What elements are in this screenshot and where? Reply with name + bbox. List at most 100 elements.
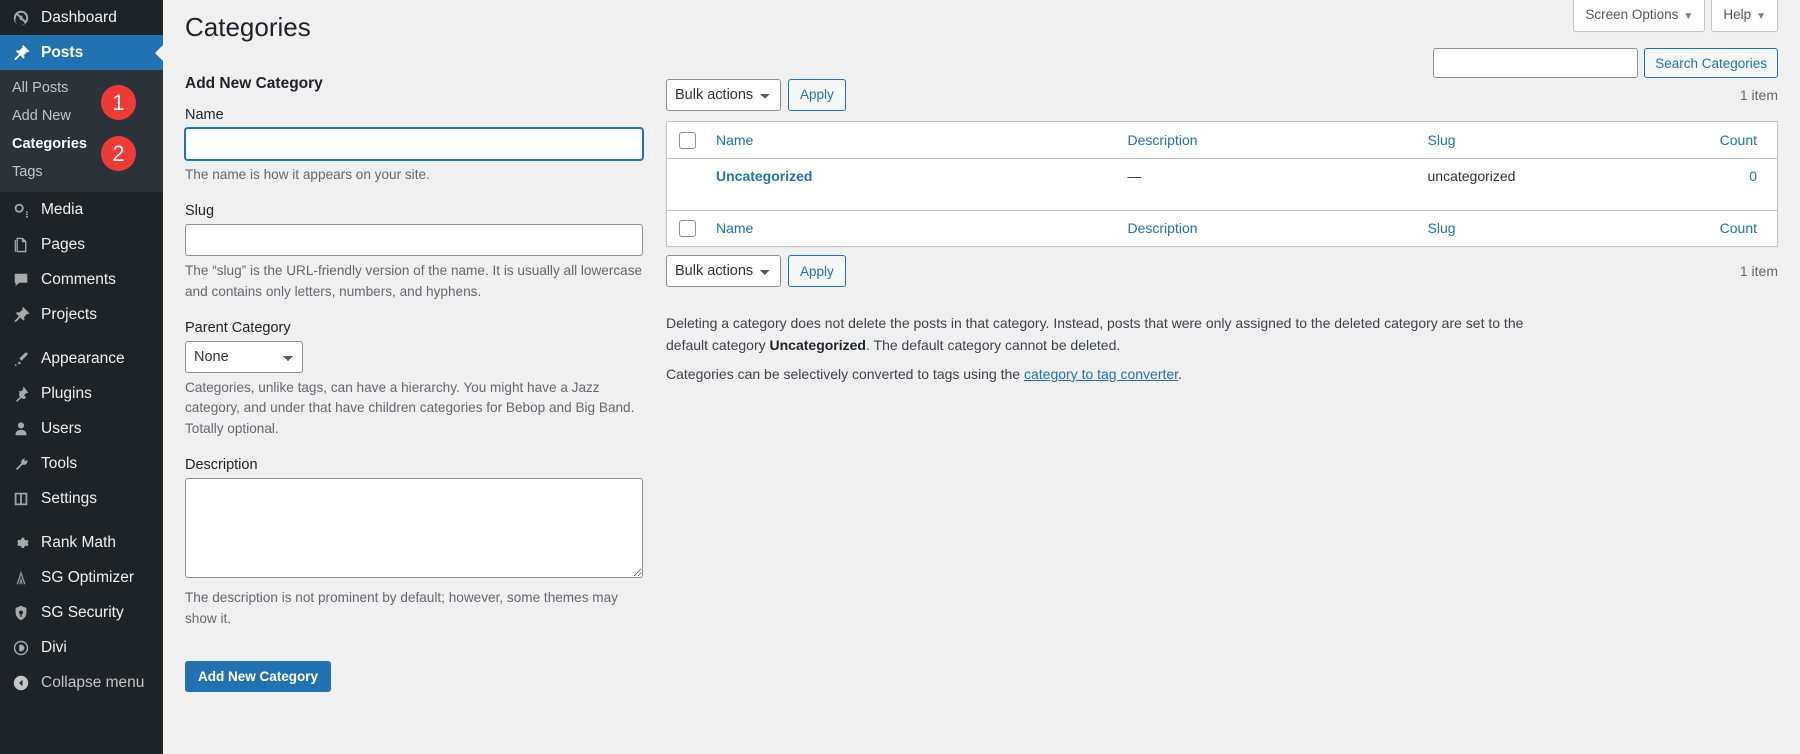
- converter-part2: .: [1178, 366, 1182, 382]
- slug-description: The “slug” is the URL-friendly version o…: [185, 261, 645, 302]
- sidebar-item-add-new[interactable]: Add New: [0, 102, 163, 130]
- sidebar-item-label: Pages: [41, 236, 85, 254]
- slug-field-group: Slug The “slug” is the URL-friendly vers…: [185, 203, 646, 302]
- sidebar-item-users[interactable]: Users: [0, 411, 163, 446]
- row-slug-cell: uncategorized: [1418, 158, 1668, 210]
- sidebar-item-projects[interactable]: Projects: [0, 297, 163, 332]
- search-form: Search Categories: [1433, 48, 1778, 78]
- sidebar-item-pages[interactable]: Pages: [0, 227, 163, 262]
- screen-options-button[interactable]: Screen Options▼: [1573, 0, 1705, 32]
- parent-field-group: Parent Category None Categories, unlike …: [185, 320, 646, 439]
- category-count-link[interactable]: 0: [1749, 168, 1757, 184]
- sidebar-item-plugins[interactable]: Plugins: [0, 376, 163, 411]
- plug-icon: [10, 385, 32, 403]
- main-content: Screen Options▼ Help ▼ Categories Search …: [163, 0, 1800, 754]
- column-footer-slug[interactable]: Slug: [1418, 210, 1668, 247]
- pages-icon: [10, 236, 32, 254]
- apply-button-top[interactable]: Apply: [788, 79, 846, 111]
- sidebar-item-label: Posts: [41, 44, 83, 62]
- parent-description: Categories, unlike tags, can have a hier…: [185, 378, 645, 439]
- sidebar-item-media[interactable]: Media: [0, 192, 163, 227]
- description-description: The description is not prominent by defa…: [185, 588, 645, 629]
- category-name-input[interactable]: [185, 128, 643, 160]
- settings-icon: [10, 490, 32, 508]
- item-count-top: 1 item: [1740, 87, 1778, 103]
- help-button[interactable]: Help ▼: [1711, 0, 1778, 32]
- sidebar-item-label: Rank Math: [41, 534, 116, 552]
- description-field-group: Description The description is not promi…: [185, 457, 646, 629]
- shield-gear-icon: [10, 604, 32, 622]
- sidebar-item-tags[interactable]: Tags: [0, 158, 163, 186]
- add-new-category-button[interactable]: Add New Category: [185, 661, 331, 692]
- sidebar-item-divi[interactable]: Divi: [0, 630, 163, 665]
- default-category-name: Uncategorized: [770, 337, 866, 353]
- sidebar-item-posts[interactable]: Posts 1: [0, 35, 163, 70]
- collapse-arrow-icon: [10, 674, 32, 692]
- sidebar-item-tools[interactable]: Tools: [0, 446, 163, 481]
- table-head: Name Description Slug Count: [667, 121, 1778, 158]
- sidebar-item-appearance[interactable]: Appearance: [0, 341, 163, 376]
- category-name-link[interactable]: Uncategorized: [716, 168, 812, 184]
- sidebar-item-label: Settings: [41, 490, 97, 508]
- sidebar-item-settings[interactable]: Settings: [0, 481, 163, 516]
- gear-icon: [10, 534, 32, 552]
- sidebar-item-label: Media: [41, 201, 83, 219]
- sidebar-item-rank-math[interactable]: Rank Math: [0, 525, 163, 560]
- sidebar-item-label: Tools: [41, 455, 77, 473]
- tablenav-top: Bulk actions Apply 1 item: [666, 75, 1778, 115]
- user-icon: [10, 420, 32, 438]
- column-header-name[interactable]: Name: [706, 121, 1118, 158]
- column-header-description[interactable]: Description: [1118, 121, 1418, 158]
- delete-info-part2: . The default category cannot be deleted…: [866, 337, 1120, 353]
- row-checkbox-cell: [667, 158, 707, 210]
- category-to-tag-converter-link[interactable]: category to tag converter: [1024, 366, 1178, 382]
- sidebar-item-label: Appearance: [41, 350, 125, 368]
- category-description-textarea[interactable]: [185, 478, 643, 578]
- apply-button-bottom[interactable]: Apply: [788, 255, 846, 287]
- search-input[interactable]: [1433, 48, 1638, 78]
- sidebar-item-collapse-menu[interactable]: Collapse menu: [0, 665, 163, 700]
- column-header-count[interactable]: Count: [1668, 121, 1778, 158]
- search-categories-button[interactable]: Search Categories: [1644, 48, 1778, 78]
- bulk-actions-select-bottom[interactable]: Bulk actions: [666, 255, 781, 287]
- column-header-slug[interactable]: Slug: [1418, 121, 1668, 158]
- sidebar-item-sg-optimizer[interactable]: SG Optimizer: [0, 560, 163, 595]
- divi-icon: [10, 639, 32, 657]
- sidebar-item-label: SG Optimizer: [41, 569, 134, 587]
- slug-label: Slug: [185, 203, 646, 219]
- sidebar-item-sg-security[interactable]: SG Security: [0, 595, 163, 630]
- column-footer-name[interactable]: Name: [706, 210, 1118, 247]
- select-all-footer-header: [667, 210, 707, 247]
- converter-paragraph: Categories can be selectively converted …: [666, 364, 1546, 386]
- sidebar-item-all-posts[interactable]: All Posts: [0, 74, 163, 102]
- sidebar-item-categories[interactable]: Categories: [0, 130, 163, 158]
- select-all-checkbox[interactable]: [679, 132, 696, 149]
- table-foot: Name Description Slug Count: [667, 210, 1778, 247]
- row-name-cell: Uncategorized: [706, 158, 1118, 210]
- sidebar-item-label: Dashboard: [41, 9, 117, 27]
- chevron-down-icon: ▼: [1756, 11, 1766, 22]
- sidebar-item-label: Projects: [41, 306, 97, 324]
- tablenav-bottom: Bulk actions Apply 1 item: [666, 251, 1778, 291]
- brush-icon: [10, 350, 32, 368]
- select-all-checkbox-bottom[interactable]: [679, 220, 696, 237]
- column-footer-description[interactable]: Description: [1118, 210, 1418, 247]
- sidebar-item-label: Divi: [41, 639, 67, 657]
- add-new-category-form: Add New Category Name The name is how it…: [185, 75, 666, 692]
- category-slug-input[interactable]: [185, 224, 643, 256]
- page-title: Categories: [185, 0, 1778, 51]
- wrench-icon: [10, 455, 32, 473]
- help-label: Help: [1723, 7, 1751, 22]
- sidebar-item-comments[interactable]: Comments: [0, 262, 163, 297]
- description-label: Description: [185, 457, 646, 473]
- comments-icon: [10, 271, 32, 289]
- table-row: Uncategorized — uncategorized 0: [667, 158, 1778, 210]
- column-footer-count[interactable]: Count: [1668, 210, 1778, 247]
- sidebar-item-label: Collapse menu: [41, 674, 144, 692]
- delete-info-paragraph: Deleting a category does not delete the …: [666, 313, 1546, 356]
- bulk-actions-select-top[interactable]: Bulk actions: [666, 79, 781, 111]
- row-count-cell: 0: [1668, 158, 1778, 210]
- dashboard-icon: [10, 9, 32, 27]
- sidebar-item-dashboard[interactable]: Dashboard: [0, 0, 163, 35]
- parent-category-select[interactable]: None: [185, 341, 303, 373]
